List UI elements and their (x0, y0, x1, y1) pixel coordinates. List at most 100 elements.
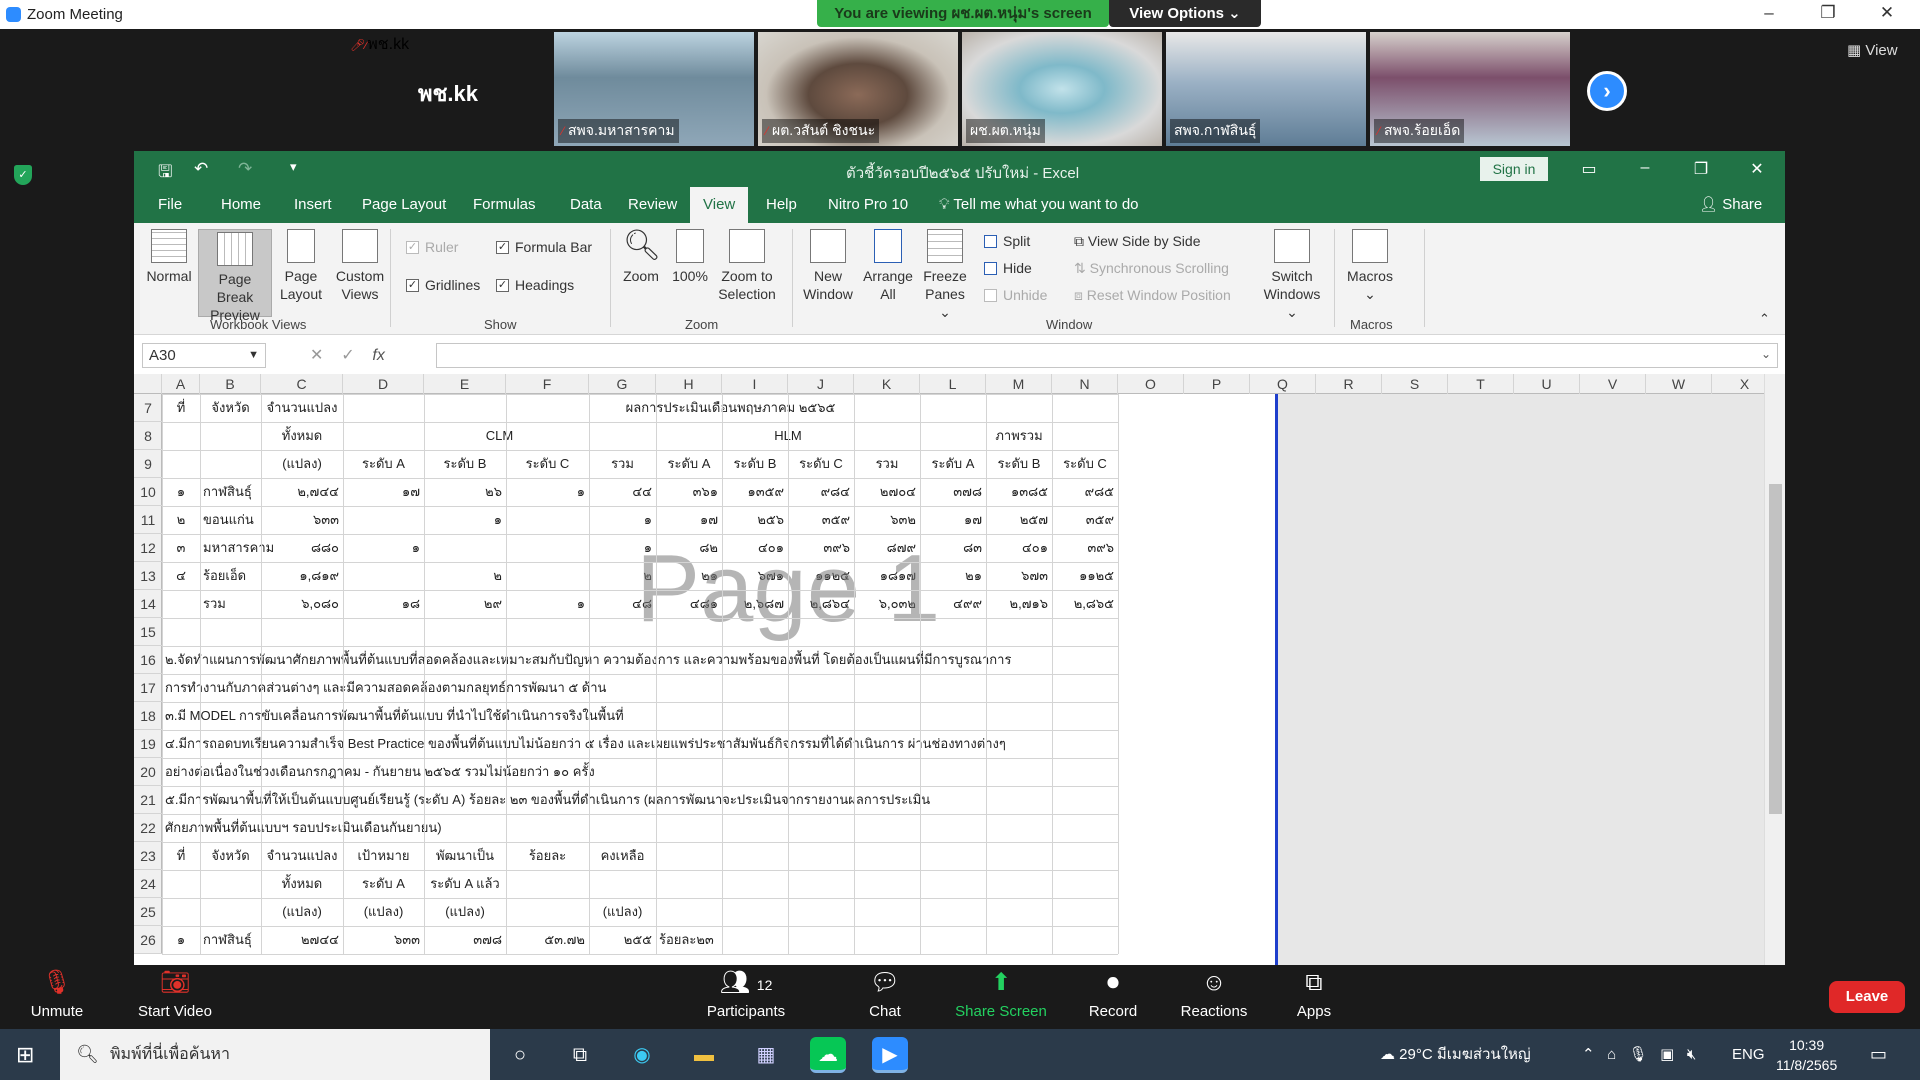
minimize-icon[interactable]: – (1754, 3, 1784, 23)
undo-icon[interactable]: ↶ (194, 159, 208, 179)
cell-area[interactable]: ที่ จังหวัด จำนวนแปลง ผลการประเมินเดือนพฤษภ… (162, 394, 1768, 965)
page-layout-button[interactable]: Page Layout (276, 229, 326, 303)
sheet-cell[interactable]: คงเหลือ (589, 842, 656, 870)
new-window-button[interactable]: New Window (800, 229, 856, 303)
sheet-cell[interactable]: ๖๓๓ (261, 506, 343, 534)
share-screen-button[interactable]: ⬆ Share Screen (954, 969, 1048, 1020)
sheet-cell[interactable]: ระดับ C (506, 450, 589, 478)
sign-in-button[interactable]: Sign in (1480, 157, 1548, 181)
close-icon[interactable]: ✕ (1872, 3, 1902, 23)
sheet-cell[interactable]: ๒๗๔๔ (261, 926, 343, 954)
sheet-cell[interactable]: ๔ (162, 562, 200, 590)
name-box[interactable]: A30 ▼ (142, 343, 266, 368)
sheet-cell[interactable]: ทั้งหมด (261, 422, 343, 450)
excel-close-icon[interactable]: ✕ (1742, 159, 1772, 179)
sheet-cell[interactable]: ๒๖ (424, 478, 506, 506)
row-header[interactable]: 11 (134, 506, 162, 534)
sheet-cell[interactable]: ระดับ B (986, 450, 1052, 478)
file-explorer-icon[interactable]: ▬ (686, 1037, 722, 1073)
next-page-arrow-icon[interactable]: › (1587, 71, 1627, 111)
sheet-cell[interactable]: ๒,๘๖๕ (1052, 590, 1118, 618)
sheet-cell[interactable]: ระดับ B (424, 450, 506, 478)
sheet-cell[interactable]: การทำงานกับภาคส่วนต่างๆ และมีความสอดคล้อ… (162, 674, 1118, 702)
tab-page-layout[interactable]: Page Layout (356, 187, 452, 223)
sheet-cell[interactable]: ๓๗๘ (424, 926, 506, 954)
task-view-icon[interactable]: ⧉ (562, 1037, 598, 1073)
column-header[interactable]: J (788, 374, 854, 394)
row-header[interactable]: 25 (134, 898, 162, 926)
row-header[interactable]: 15 (134, 618, 162, 646)
sheet-cell[interactable]: ที่ (162, 842, 200, 870)
column-header[interactable]: P (1184, 374, 1250, 394)
tab-file[interactable]: File (152, 187, 188, 223)
column-header[interactable]: C (261, 374, 343, 394)
macros-button[interactable]: Macros ⌄ (1340, 229, 1400, 303)
switch-windows-button[interactable]: Switch Windows ⌄ (1260, 229, 1324, 321)
sheet-cell[interactable]: ๑ (162, 478, 200, 506)
sheet-cell[interactable]: ๔๐๑ (986, 534, 1052, 562)
sheet-cell[interactable]: ศักยภาพพื้นที่ต้นแบบฯ รอบประเมินเดือนกัน… (162, 814, 1118, 842)
save-icon[interactable]: 🖫 (158, 159, 172, 188)
sheet-cell[interactable]: (แปลง) (261, 450, 343, 478)
sheet-cell[interactable]: ๓.มี MODEL การขับเคลื่อนการพัฒนาพื้นที่ต… (162, 702, 1118, 730)
sheet-cell[interactable]: ๑๗ (920, 506, 986, 534)
custom-views-button[interactable]: Custom Views (330, 229, 390, 303)
page-break-preview-button[interactable]: Page Break Preview (198, 229, 272, 323)
sheet-cell[interactable]: ๑๗ (656, 506, 722, 534)
excel-restore-icon[interactable]: ❐ (1686, 159, 1716, 179)
scroll-thumb[interactable] (1769, 484, 1782, 814)
column-header[interactable]: U (1514, 374, 1580, 394)
row-header[interactable]: 7 (134, 394, 162, 422)
sheet-cell[interactable]: รวม (200, 590, 261, 618)
taskbar-search[interactable]: 🔍︎ พิมพ์ที่นี่เพื่อค้นหา (60, 1029, 490, 1080)
column-header[interactable]: O (1118, 374, 1184, 394)
weather-widget[interactable]: ☁ 29°C มีเมฆส่วนใหญ่ (1380, 1029, 1531, 1080)
sheet-cell[interactable]: ๖๗๓ (986, 562, 1052, 590)
sheet-cell[interactable]: ๘๘๐ (261, 534, 343, 562)
row-header[interactable]: 21 (134, 786, 162, 814)
security-shield-icon[interactable]: ✓ (14, 165, 32, 185)
column-header[interactable]: I (722, 374, 788, 394)
sheet-cell[interactable]: กาฬสินธุ์ (200, 478, 261, 506)
sheet-cell[interactable]: ๒,๗๑๖ (986, 590, 1052, 618)
sheet-cell[interactable]: ๓๕๙ (788, 506, 854, 534)
row-header[interactable]: 23 (134, 842, 162, 870)
column-header[interactable]: L (920, 374, 986, 394)
sheet-cell[interactable]: ระดับ A (343, 450, 424, 478)
sheet-cell[interactable]: ๒๗๐๔ (854, 478, 920, 506)
customize-qat-icon[interactable]: ▾ (290, 159, 297, 175)
sheet-cell[interactable]: (แปลง) (343, 898, 424, 926)
collapse-ribbon-icon[interactable]: ⌃ (1759, 311, 1770, 327)
sheet-cell[interactable]: รวม (854, 450, 920, 478)
sheet-cell[interactable]: ๑๗ (343, 478, 424, 506)
taskbar-clock[interactable]: 10:39 11/8/2565 (1776, 1035, 1837, 1075)
input-language[interactable]: ENG (1732, 1029, 1765, 1080)
row-header[interactable]: 19 (134, 730, 162, 758)
sheet-cell[interactable]: ระดับ B (722, 450, 788, 478)
sheet-cell[interactable]: ๓๕๙ (1052, 506, 1118, 534)
sheet-cell[interactable]: กาฬสินธุ์ (200, 926, 261, 954)
sheet-cell[interactable]: ๑ (506, 478, 589, 506)
freeze-panes-button[interactable]: Freeze Panes ⌄ (920, 229, 970, 321)
sheet-cell[interactable]: ๕๓.๗๒ (506, 926, 589, 954)
sheet-cell[interactable]: จังหวัด (200, 842, 261, 870)
row-header[interactable]: 12 (134, 534, 162, 562)
sheet-cell[interactable]: ระดับ A (343, 870, 424, 898)
sheet-cell[interactable]: ๒๕๖ (722, 506, 788, 534)
cortana-icon[interactable]: ○ (502, 1037, 538, 1073)
notification-icon[interactable]: ▭ (1870, 1029, 1887, 1080)
hide-button[interactable]: Hide (984, 260, 1032, 276)
sheet-cell[interactable]: ๒๙ (424, 590, 506, 618)
sheet-cell[interactable]: ๑ (589, 506, 656, 534)
sheet-cell[interactable]: CLM (343, 422, 656, 450)
sheet-cell[interactable]: ๒.จัดทำแผนการพัฒนาศักยภาพพื้นที่ต้นแบบที… (162, 646, 1118, 674)
participant-video-tile[interactable]: สพจ.กาฬสินธุ์ (1166, 32, 1366, 146)
formula-input[interactable]: ⌄ (436, 343, 1778, 368)
column-header[interactable]: K (854, 374, 920, 394)
tab-help[interactable]: Help (760, 187, 803, 223)
column-header[interactable]: Q (1250, 374, 1316, 394)
participant-video-tile[interactable]: ผช.ผต.หนุ่ม (962, 32, 1162, 146)
start-video-button[interactable]: 📷︎ Start Video (130, 969, 220, 1020)
sheet-cell[interactable]: พัฒนาเป็น (424, 842, 506, 870)
sheet-cell[interactable]: จำนวนแปลง (261, 842, 343, 870)
